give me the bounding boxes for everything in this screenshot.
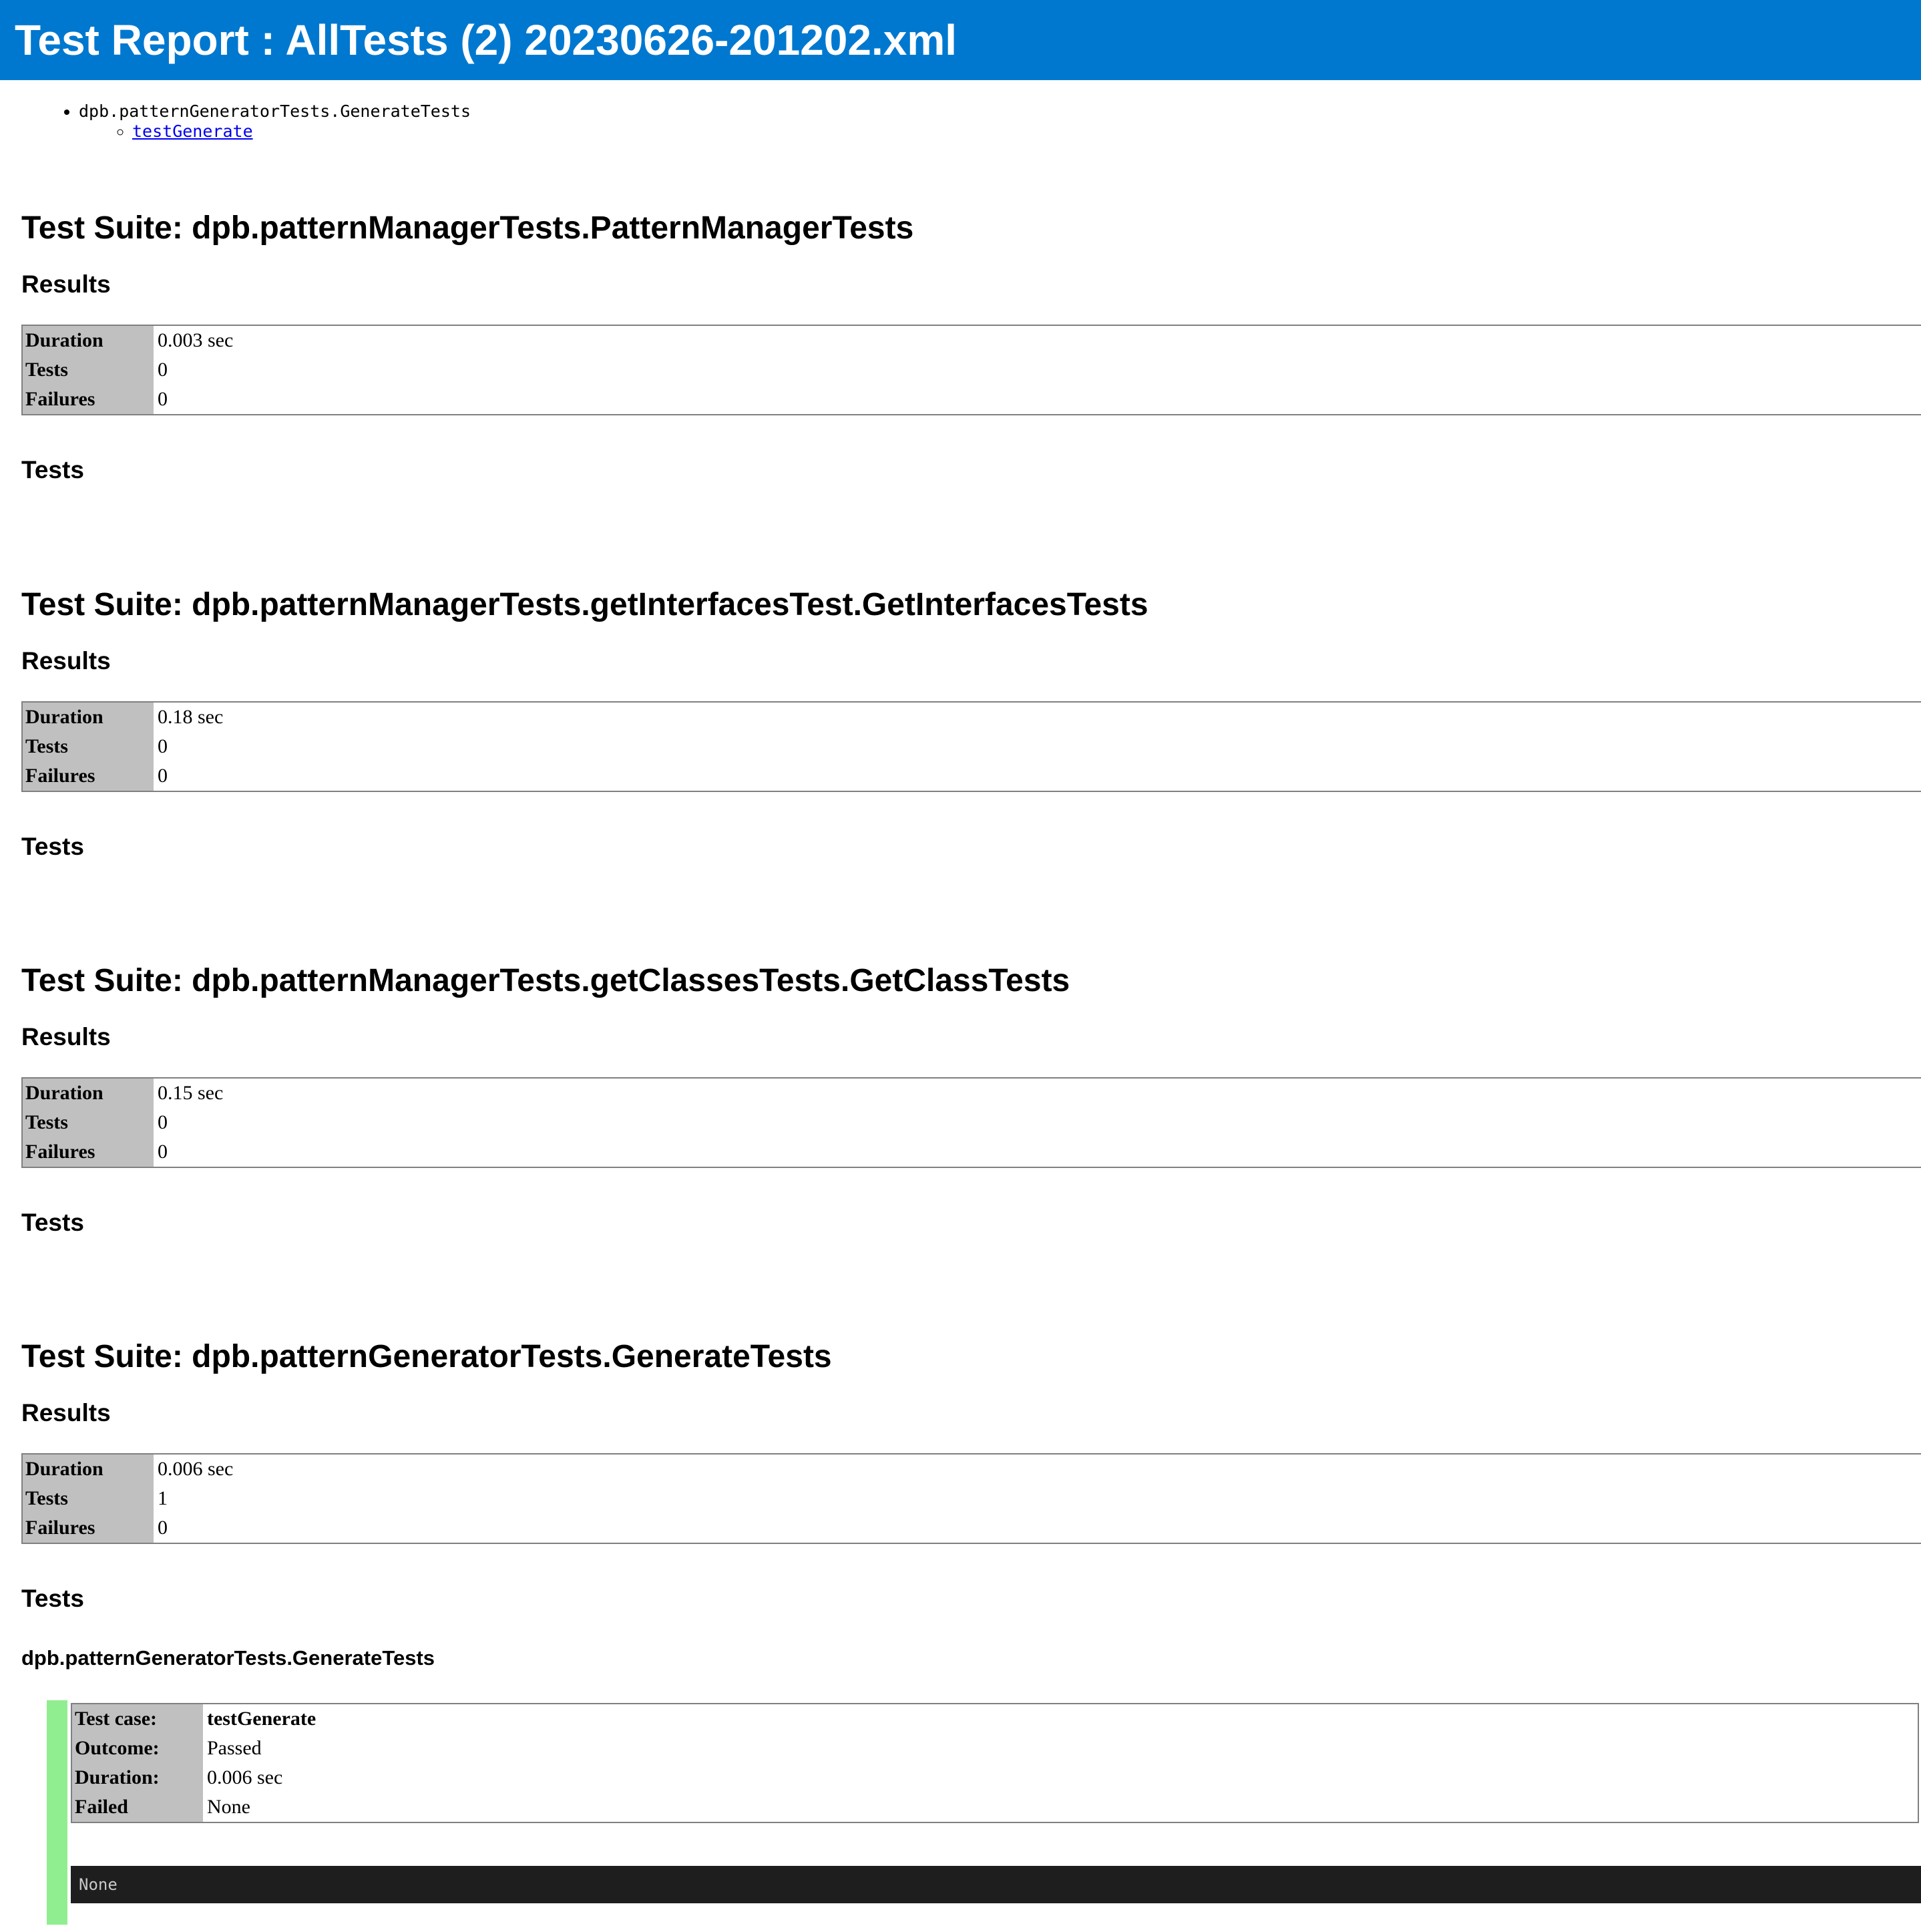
failures-row: Failures 0 [23,761,1921,791]
case-name-value: testGenerate [207,1708,316,1730]
failures-label: Failures [23,1513,154,1543]
duration-value: 0.006 sec [158,1458,234,1480]
report-header: Test Report : AllTests (2) 20230626-2012… [0,0,1921,80]
duration-row: Duration 0.006 sec [23,1455,1921,1484]
tests-value: 0 [158,359,168,381]
duration-label: Duration [23,1455,154,1484]
failures-row: Failures 0 [23,385,1921,414]
failures-value: 0 [158,765,168,787]
test-suite: Test Suite: dpb.patternManagerTests.getI… [21,586,1921,861]
tests-label: Tests [23,355,154,385]
test-case-block: Test case: testGenerate Outcome: Passed … [47,1700,1921,1925]
duration-row: Duration 0.15 sec [23,1079,1921,1108]
failures-row: Failures 0 [23,1137,1921,1167]
test-class-name: dpb.patternGeneratorTests.GenerateTests [21,1646,435,1670]
test-suite: Test Suite: dpb.patternManagerTests.Patt… [21,210,1921,485]
console-output: None [71,1866,1921,1903]
duration-value: 0.003 sec [158,329,234,351]
case-duration-value: 0.006 sec [207,1766,283,1788]
test-suite: Test Suite: dpb.patternManagerTests.getC… [21,962,1921,1237]
results-heading: Results [21,270,111,298]
suite-title: Test Suite: dpb.patternManagerTests.Patt… [21,210,914,246]
duration-row: Duration 0.18 sec [23,703,1921,732]
toc-test-link[interactable]: testGenerate [132,122,253,141]
tests-row: Tests 1 [23,1484,1921,1513]
results-table: Duration 0.18 sec Tests 0 Failures 0 [21,701,1921,792]
pass-status-bar [47,1700,67,1925]
outcome-value: Passed [207,1737,262,1759]
test-case-table: Test case: testGenerate Outcome: Passed … [71,1703,1919,1823]
case-name-row: Test case: testGenerate [72,1704,1918,1734]
results-heading: Results [21,1023,111,1050]
tests-heading: Tests [21,833,84,860]
tests-heading: Tests [21,1585,84,1612]
results-table: Duration 0.15 sec Tests 0 Failures 0 [21,1077,1921,1168]
duration-label: Duration [23,326,154,355]
duration-value: 0.15 sec [158,1082,224,1104]
suite-title: Test Suite: dpb.patternManagerTests.getC… [21,963,1070,998]
tests-value: 0 [158,735,168,757]
toc-suite-name: dpb.patternGeneratorTests.GenerateTests [79,102,471,121]
duration-row: Duration 0.003 sec [23,326,1921,355]
results-table: Duration 0.006 sec Tests 1 Failures 0 [21,1453,1921,1544]
failures-label: Failures [23,761,154,791]
tests-heading: Tests [21,456,84,484]
toc-test-item: testGenerate [132,122,471,142]
failures-value: 0 [158,1141,168,1163]
failures-label: Failures [23,385,154,414]
case-duration-label: Duration: [72,1763,203,1792]
tests-value: 0 [158,1111,168,1133]
failures-value: 0 [158,1517,168,1539]
tests-label: Tests [23,1108,154,1137]
outcome-label: Outcome: [72,1734,203,1763]
failures-label: Failures [23,1137,154,1167]
toc-suite-list: dpb.patternGeneratorTests.GenerateTests … [0,102,471,142]
failed-label: Failed [72,1792,203,1822]
failed-value: None [207,1796,250,1818]
tests-value: 1 [158,1487,168,1509]
table-of-contents: dpb.patternGeneratorTests.GenerateTests … [0,102,471,142]
suite-title: Test Suite: dpb.patternGeneratorTests.Ge… [21,1339,832,1374]
toc-suite-item: dpb.patternGeneratorTests.GenerateTests … [79,102,471,142]
failures-value: 0 [158,388,168,410]
duration-label: Duration [23,1079,154,1108]
case-name-label: Test case: [72,1704,203,1734]
duration-label: Duration [23,703,154,732]
tests-row: Tests 0 [23,732,1921,761]
suite-title: Test Suite: dpb.patternManagerTests.getI… [21,587,1148,622]
tests-row: Tests 0 [23,355,1921,385]
duration-value: 0.18 sec [158,706,224,728]
failed-row: Failed None [72,1792,1918,1822]
report-title: Test Report : AllTests (2) 20230626-2012… [15,16,957,64]
tests-label: Tests [23,732,154,761]
tests-row: Tests 0 [23,1108,1921,1137]
tests-heading: Tests [21,1209,84,1236]
tests-label: Tests [23,1484,154,1513]
case-duration-row: Duration: 0.006 sec [72,1763,1918,1792]
results-heading: Results [21,647,111,674]
test-suite: Test Suite: dpb.patternGeneratorTests.Ge… [21,1338,1921,1613]
results-table: Duration 0.003 sec Tests 0 Failures 0 [21,325,1921,415]
toc-test-list: testGenerate [79,122,471,142]
results-heading: Results [21,1399,111,1426]
outcome-row: Outcome: Passed [72,1734,1918,1763]
failures-row: Failures 0 [23,1513,1921,1543]
